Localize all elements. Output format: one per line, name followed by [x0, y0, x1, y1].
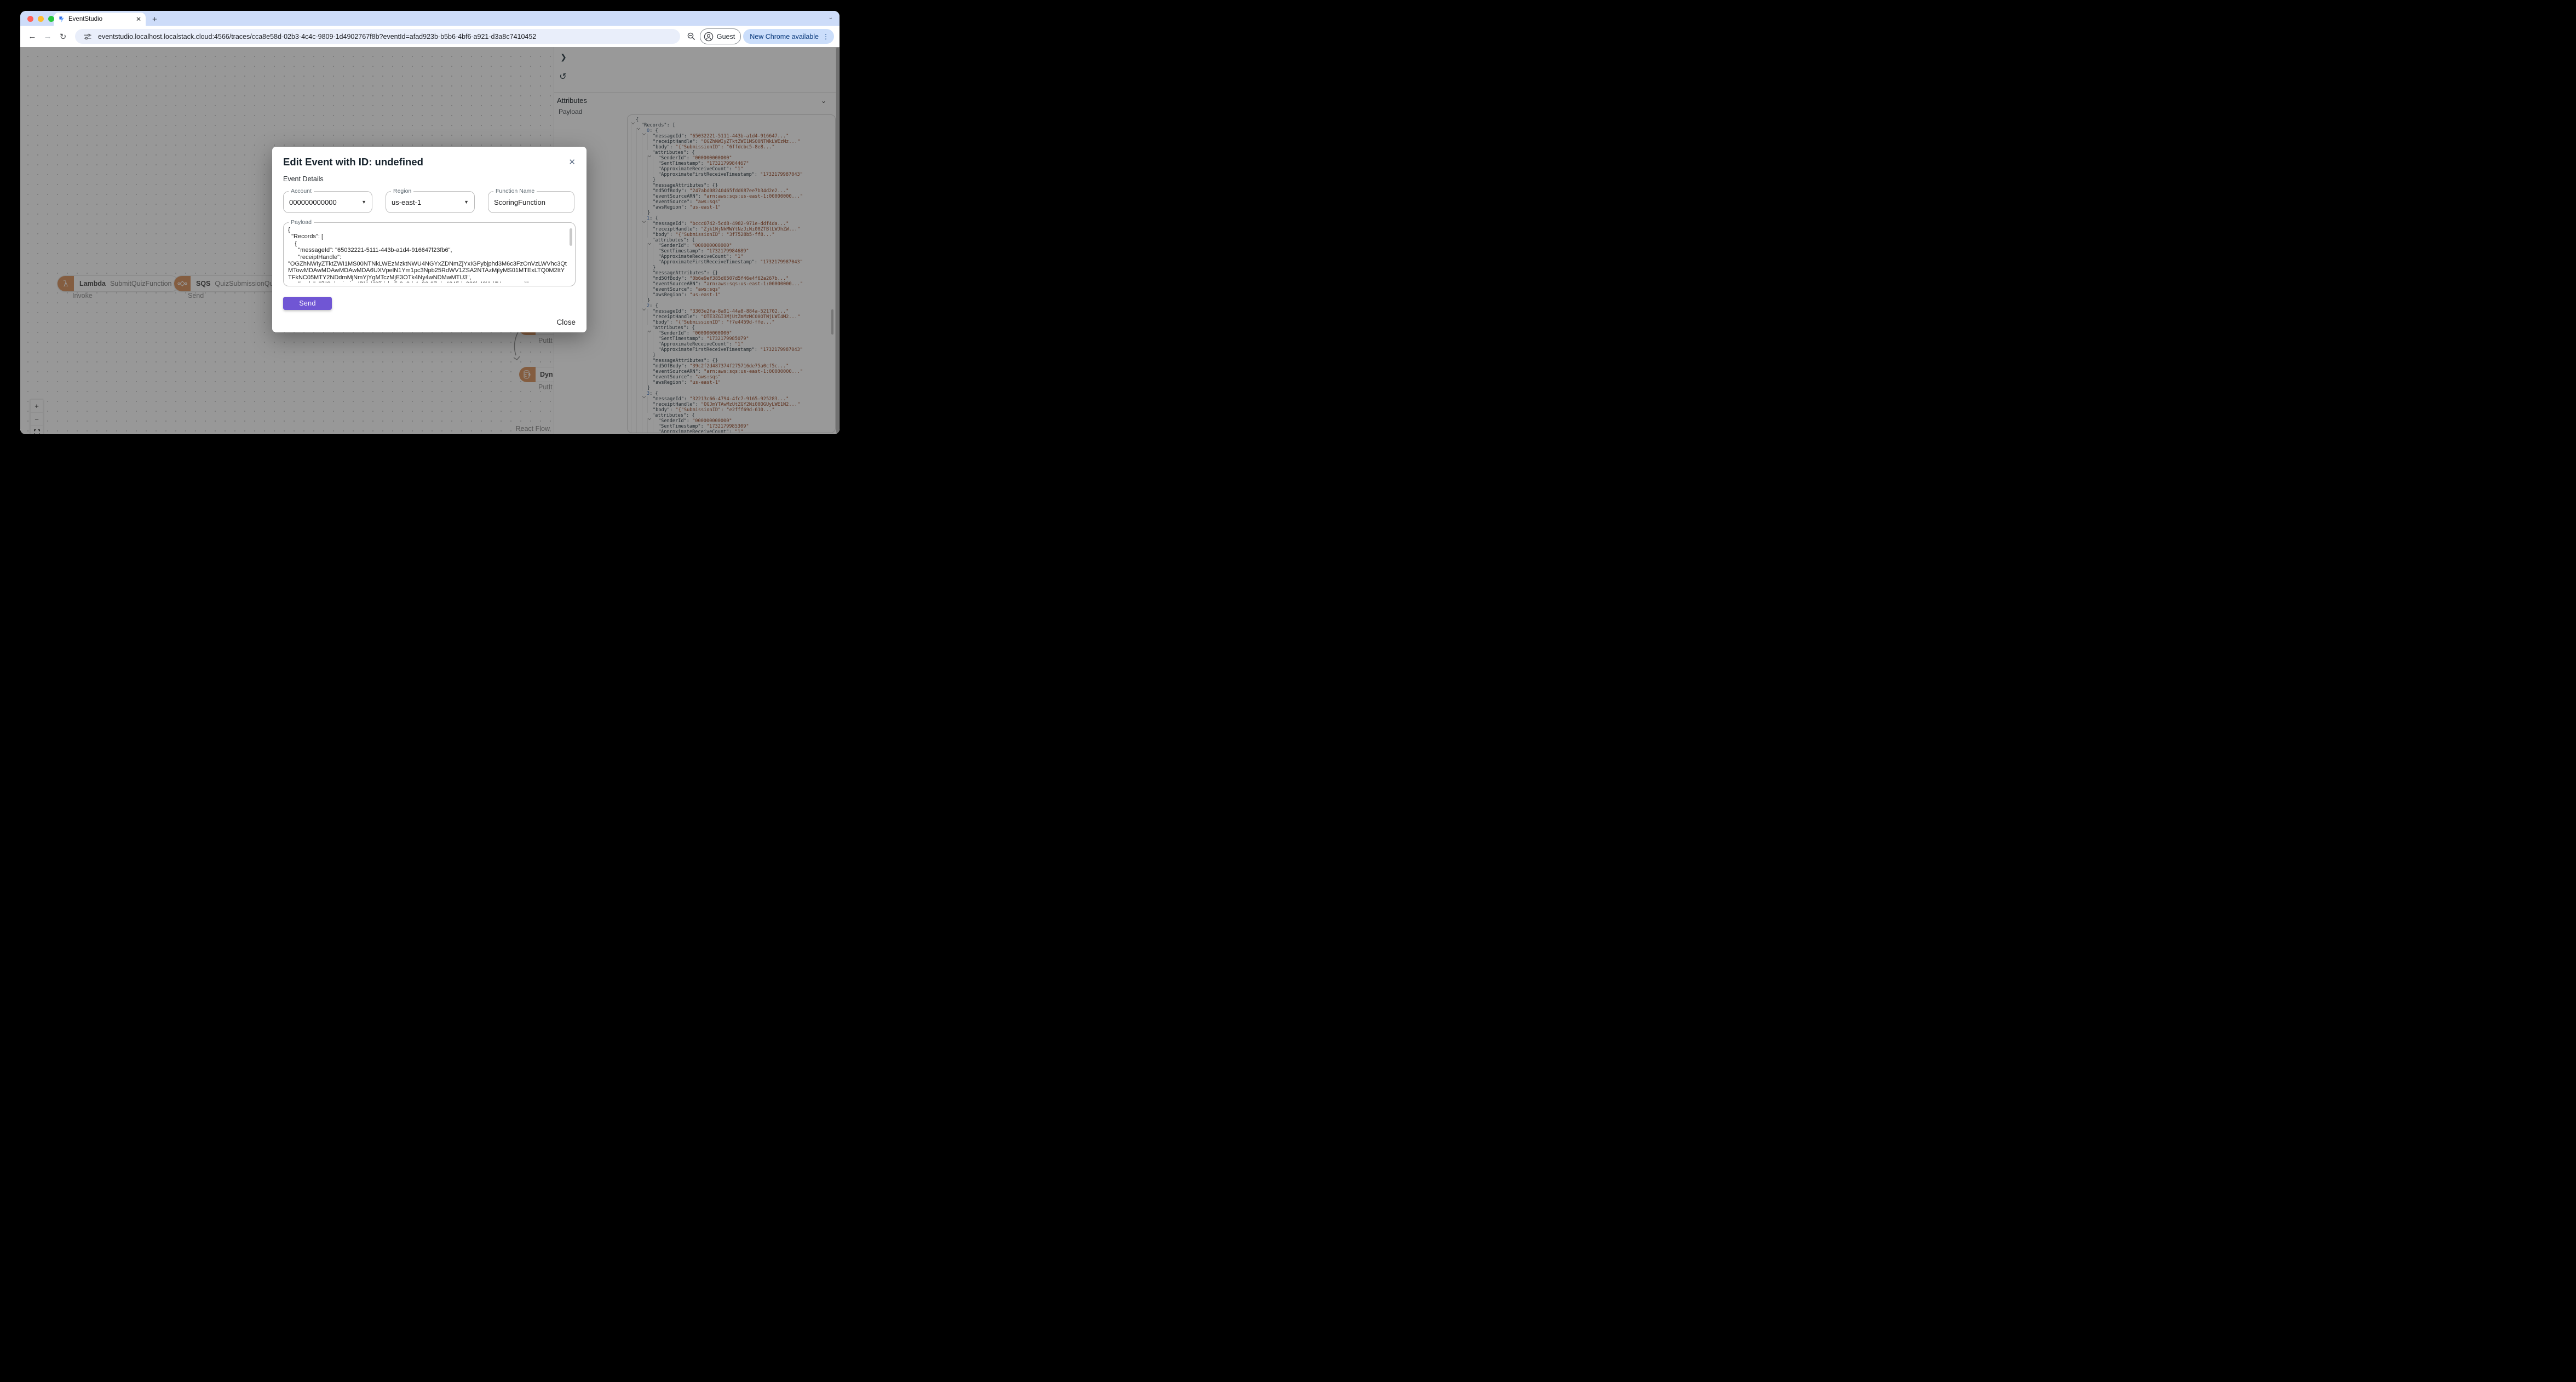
browser-menu-icon[interactable]: ⋮ — [823, 33, 829, 41]
close-window-button[interactable] — [27, 16, 33, 22]
tab-close-icon[interactable]: ✕ — [136, 16, 141, 22]
payload-field-label: Payload — [289, 219, 314, 226]
tab-eventstudio[interactable]: EventStudio ✕ — [54, 13, 146, 26]
region-select[interactable]: Region us-east-1 ▼ — [386, 188, 475, 213]
textarea-scrollbar-thumb[interactable] — [570, 228, 572, 246]
profile-chip[interactable]: Guest — [699, 28, 741, 44]
dropdown-arrow-icon: ▼ — [361, 199, 366, 205]
payload-field: Payload { "Records": [ { "messageId": "6… — [283, 219, 576, 286]
region-label: Region — [391, 188, 414, 194]
edit-event-modal: Edit Event with ID: undefined ✕ Event De… — [272, 147, 586, 332]
eventstudio-favicon-icon — [58, 16, 65, 23]
browser-toolbar: ← → ↻ eventstudio.localhost.localstack.c… — [20, 26, 840, 47]
modal-title: Edit Event with ID: undefined — [283, 156, 423, 168]
browser-window: EventStudio ✕ + ⌄ ← → ↻ eventstudio.loca… — [20, 11, 840, 434]
event-details-label: Event Details — [283, 175, 324, 183]
minimize-window-button[interactable] — [38, 16, 44, 22]
forward-button[interactable]: → — [41, 30, 54, 43]
browser-tab-strip: EventStudio ✕ + ⌄ — [20, 11, 840, 26]
send-button[interactable]: Send — [283, 297, 332, 310]
close-button[interactable]: Close — [556, 318, 576, 326]
zoom-window-button[interactable] — [48, 16, 54, 22]
account-value: 000000000000 — [289, 198, 337, 206]
dropdown-arrow-icon: ▼ — [464, 199, 469, 205]
window-controls — [27, 16, 54, 22]
account-label: Account — [289, 188, 314, 194]
region-value: us-east-1 — [392, 198, 422, 206]
account-select[interactable]: Account 000000000000 ▼ — [283, 188, 372, 213]
zoom-out-page-icon[interactable] — [686, 31, 698, 43]
close-icon[interactable]: ✕ — [568, 158, 576, 166]
chrome-update-pill[interactable]: New Chrome available ⋮ — [743, 29, 834, 44]
address-bar[interactable]: eventstudio.localhost.localstack.cloud:4… — [75, 29, 680, 44]
guest-avatar-icon — [704, 32, 714, 42]
function-name-value: ScoringFunction — [494, 198, 545, 206]
update-pill-label: New Chrome available — [750, 32, 819, 41]
tab-strip-chevron-icon[interactable]: ⌄ — [829, 15, 833, 21]
reload-button[interactable]: ↻ — [56, 30, 70, 43]
function-name-label: Function Name — [493, 188, 537, 194]
new-tab-button[interactable]: + — [152, 15, 157, 24]
function-name-field[interactable]: Function Name ScoringFunction — [488, 188, 574, 213]
payload-textarea[interactable]: { "Records": [ { "messageId": "65032221-… — [288, 227, 567, 283]
url-text: eventstudio.localhost.localstack.cloud:4… — [98, 32, 537, 41]
site-settings-icon[interactable] — [82, 31, 94, 43]
tab-title: EventStudio — [68, 16, 103, 22]
profile-label: Guest — [716, 32, 735, 41]
back-button[interactable]: ← — [26, 30, 39, 43]
